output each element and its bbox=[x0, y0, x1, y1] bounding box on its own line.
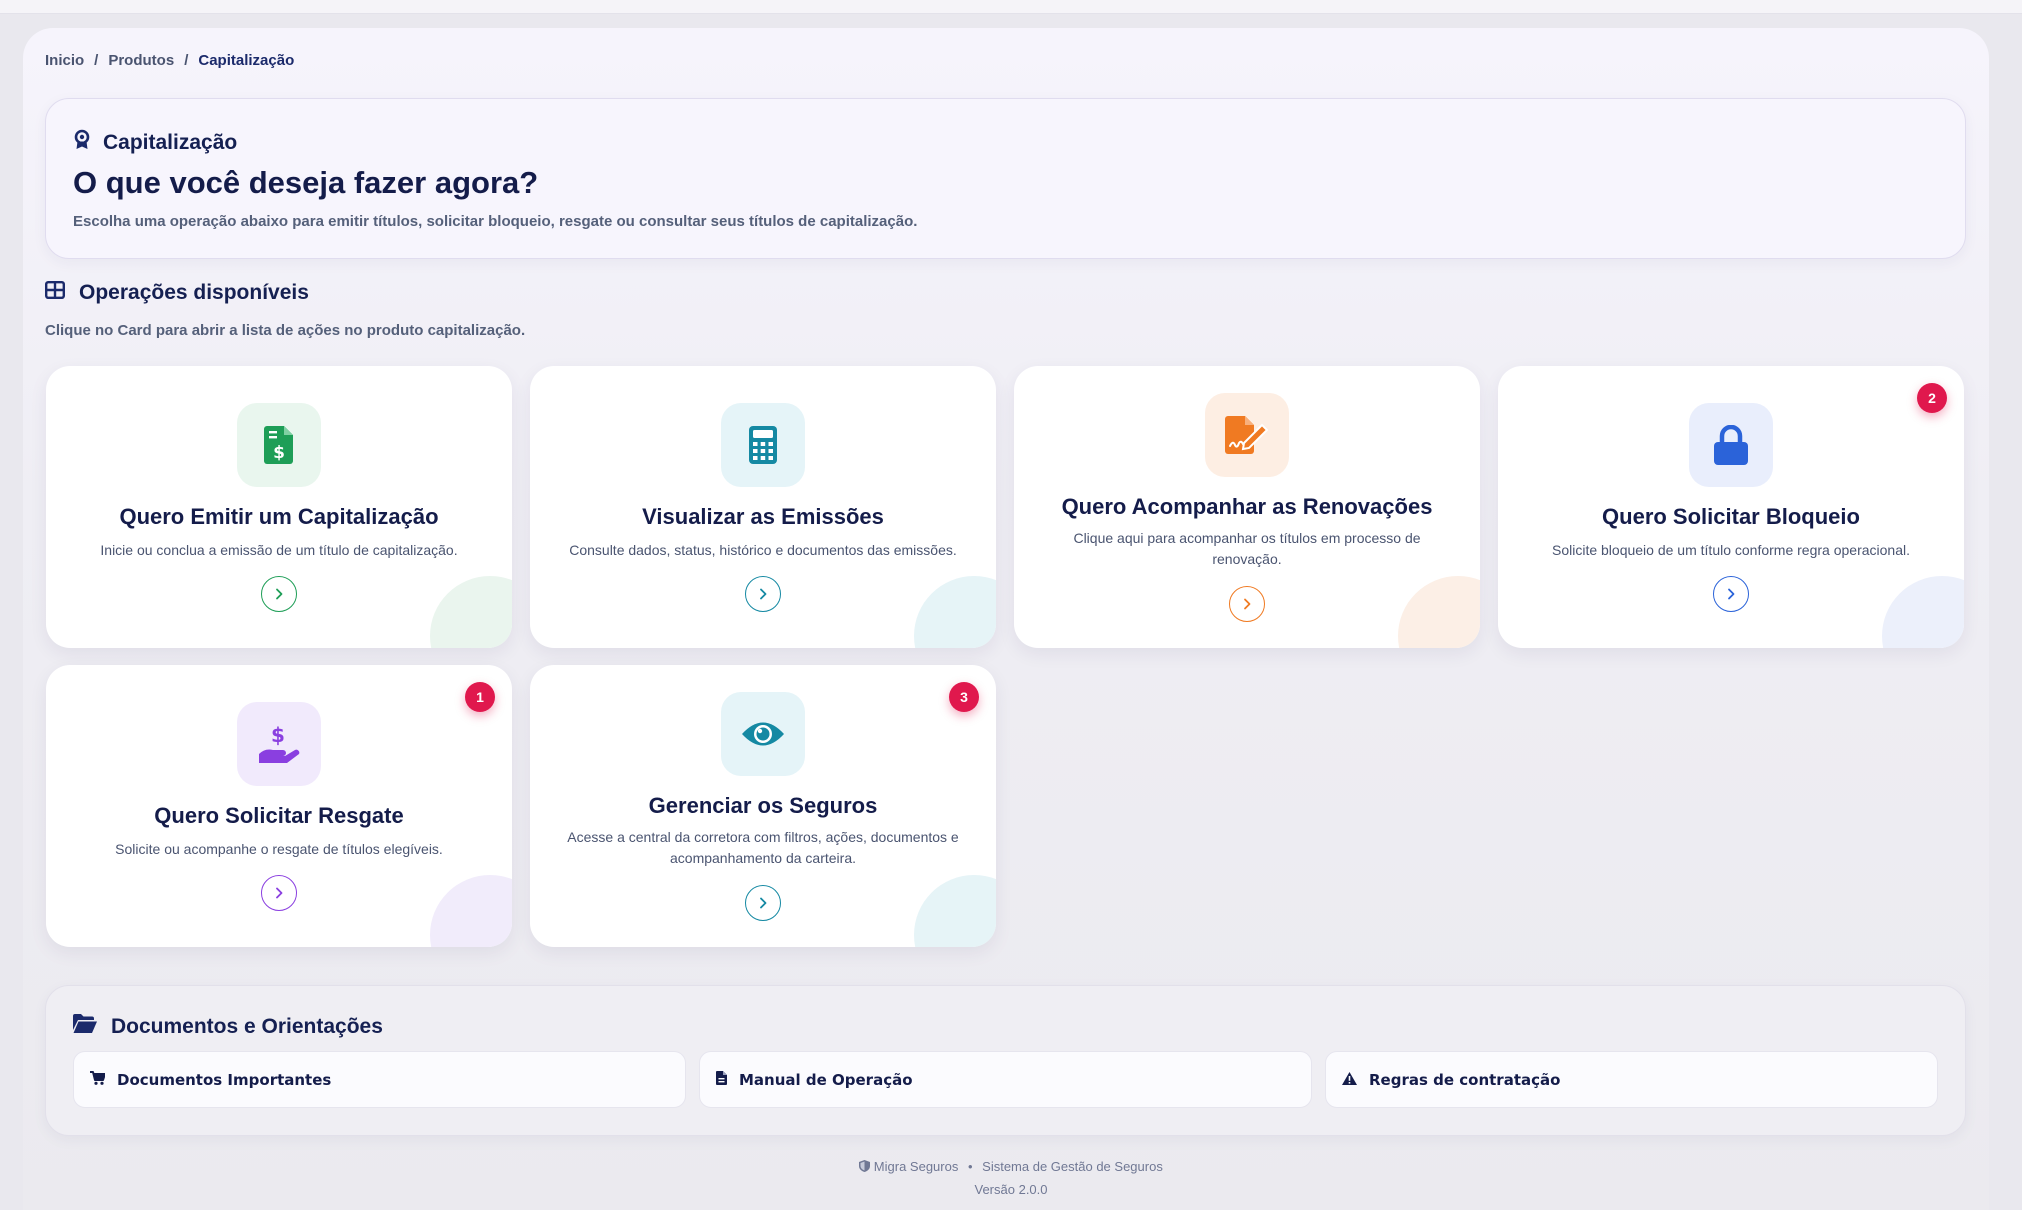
chevron-right-icon bbox=[760, 897, 767, 909]
notification-badge: 3 bbox=[949, 682, 979, 712]
calculator-icon bbox=[721, 403, 805, 487]
card-description: Solicite bloqueio de um título conforme … bbox=[1552, 542, 1910, 558]
chevron-right-icon bbox=[1244, 598, 1251, 610]
card-title: Visualizar as Emissões bbox=[642, 504, 884, 529]
browser-top-strip bbox=[0, 0, 2022, 14]
card-description: Inicie ou conclua a emissão de um título… bbox=[100, 542, 458, 558]
chevron-right-icon bbox=[1728, 588, 1735, 600]
breadcrumb-produtos[interactable]: Produtos bbox=[108, 52, 174, 69]
operations-subtitle: Clique no Card para abrir a lista de açõ… bbox=[45, 322, 526, 339]
footer-brand: Migra Seguros bbox=[873, 1159, 959, 1174]
footer-version: Versão 2.0.0 bbox=[974, 1182, 1048, 1197]
operations-heading: Operações disponíveis bbox=[45, 281, 309, 305]
card-open-button[interactable] bbox=[261, 576, 297, 612]
breadcrumb-separator: / bbox=[184, 52, 189, 69]
folder-open-icon bbox=[73, 1014, 97, 1039]
notification-badge: 1 bbox=[465, 682, 495, 712]
card-description: Clique aqui para acompanhar os títulos e… bbox=[1073, 530, 1421, 567]
documents-title: Documentos e Orientações bbox=[111, 1014, 383, 1038]
footer-separator: • bbox=[967, 1159, 973, 1174]
card-open-button[interactable] bbox=[745, 885, 781, 921]
card-title: Quero Solicitar Bloqueio bbox=[1602, 504, 1860, 529]
award-icon bbox=[73, 129, 91, 157]
card-solicitar-resgate[interactable]: 1 $ Quero Solicitar Resgate Solicite ou … bbox=[46, 665, 512, 947]
cart-icon bbox=[90, 1070, 106, 1089]
breadcrumb-current: Capitalização bbox=[198, 52, 295, 69]
card-decoration bbox=[914, 875, 996, 947]
regras-contratacao-button[interactable]: Regras de contratação bbox=[1325, 1051, 1938, 1108]
file-icon bbox=[716, 1070, 727, 1089]
card-open-button[interactable] bbox=[261, 875, 297, 911]
manual-operacao-button[interactable]: Manual de Operação bbox=[699, 1051, 1312, 1108]
hero-panel: Capitalização O que você deseja fazer ag… bbox=[45, 98, 1966, 259]
chevron-right-icon bbox=[276, 887, 283, 899]
card-solicitar-bloqueio[interactable]: 2 Quero Solicitar Bloqueio Solicite bloq… bbox=[1498, 366, 1964, 648]
footer-system: Sistema de Gestão de Seguros bbox=[982, 1159, 1163, 1174]
card-decoration bbox=[430, 875, 512, 947]
shield-icon bbox=[859, 1159, 874, 1174]
card-open-button[interactable] bbox=[1713, 576, 1749, 612]
button-label: Documentos Importantes bbox=[117, 1070, 332, 1089]
svg-text:$: $ bbox=[273, 443, 285, 463]
card-title: Quero Emitir um Capitalização bbox=[119, 504, 439, 529]
chevron-right-icon bbox=[276, 588, 283, 600]
hero-kicker: Capitalização bbox=[73, 129, 237, 157]
card-title: Quero Solicitar Resgate bbox=[154, 803, 404, 828]
card-gerenciar-seguros[interactable]: 3 Gerenciar os Seguros Acesse a central … bbox=[530, 665, 996, 947]
card-title: Quero Acompanhar as Renovações bbox=[1061, 494, 1433, 519]
breadcrumb-separator: / bbox=[94, 52, 99, 69]
page-title: O que você deseja fazer agora? bbox=[73, 165, 539, 200]
documentos-importantes-button[interactable]: Documentos Importantes bbox=[73, 1051, 686, 1108]
file-signature-icon bbox=[1205, 393, 1289, 477]
svg-text:$: $ bbox=[271, 724, 285, 747]
card-acompanhar-renovacoes[interactable]: Quero Acompanhar as Renovações Clique aq… bbox=[1014, 366, 1480, 648]
card-decoration bbox=[914, 576, 996, 648]
card-description: Consulte dados, status, histórico e docu… bbox=[569, 542, 957, 558]
lock-icon bbox=[1689, 403, 1773, 487]
documents-heading: Documentos e Orientações bbox=[73, 1014, 383, 1039]
card-description: Solicite ou acompanhe o resgate de títul… bbox=[115, 841, 443, 857]
operations-title: Operações disponíveis bbox=[79, 281, 309, 304]
grid-icon bbox=[45, 281, 66, 305]
card-open-button[interactable] bbox=[1229, 586, 1265, 622]
hand-dollar-icon: $ bbox=[237, 702, 321, 786]
card-decoration bbox=[1398, 576, 1480, 648]
card-decoration bbox=[1882, 576, 1964, 648]
warning-icon bbox=[1342, 1071, 1357, 1089]
card-decoration bbox=[430, 576, 512, 648]
breadcrumb-inicio[interactable]: Inicio bbox=[45, 52, 84, 69]
chevron-right-icon bbox=[760, 588, 767, 600]
eye-icon bbox=[721, 692, 805, 776]
hero-description: Escolha uma operação abaixo para emitir … bbox=[73, 213, 918, 230]
hero-kicker-label: Capitalização bbox=[103, 131, 238, 154]
card-description: Acesse a central da corretora com filtro… bbox=[567, 829, 959, 866]
file-dollar-icon: $ bbox=[237, 403, 321, 487]
card-visualizar-emissoes[interactable]: Visualizar as Emissões Consulte dados, s… bbox=[530, 366, 996, 648]
card-emitir-capitalizacao[interactable]: $ Quero Emitir um Capitalização Inicie o… bbox=[46, 366, 512, 648]
card-title: Gerenciar os Seguros bbox=[648, 793, 878, 818]
button-label: Regras de contratação bbox=[1369, 1070, 1561, 1089]
breadcrumb: Inicio / Produtos / Capitalização bbox=[45, 52, 294, 69]
footer-line: Migra Seguros • Sistema de Gestão de Seg… bbox=[0, 1159, 2022, 1174]
card-open-button[interactable] bbox=[745, 576, 781, 612]
documents-panel: Documentos e Orientações Documentos Impo… bbox=[45, 985, 1966, 1136]
notification-badge: 2 bbox=[1917, 383, 1947, 413]
button-label: Manual de Operação bbox=[739, 1070, 913, 1089]
